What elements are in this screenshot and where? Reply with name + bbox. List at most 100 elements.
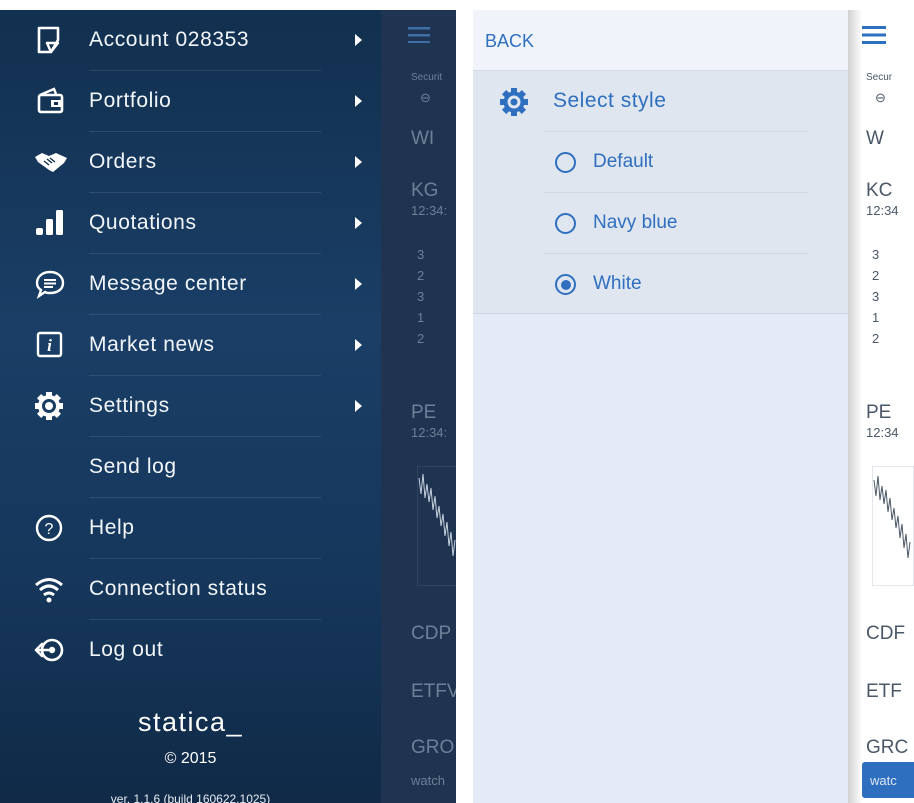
menu-item-label: Connection status — [89, 577, 268, 600]
radio-white-selected[interactable] — [555, 274, 576, 295]
bg-text: GRC — [866, 737, 909, 758]
menu-item-label: Help — [89, 516, 135, 539]
menu-item-label: Orders — [89, 150, 157, 173]
copyright-text: © 2015 — [164, 750, 217, 767]
sheet-header: BACK — [473, 10, 848, 71]
menu-item-log-out[interactable]: Log out — [0, 620, 381, 681]
wifi-icon — [34, 574, 66, 604]
menu-item-label: Log out — [89, 638, 164, 661]
bg-text: 1 — [417, 310, 425, 325]
chat-bubble-icon — [34, 269, 66, 299]
chevron-right-icon — [355, 400, 362, 412]
select-style-heading: Select style — [473, 71, 848, 132]
bg-text: 1 — [872, 310, 880, 325]
radio-default[interactable] — [555, 152, 576, 173]
info-icon: i — [34, 330, 66, 360]
chevron-right-icon — [355, 95, 362, 107]
bg-text: 3 — [417, 289, 425, 304]
menu-item-orders[interactable]: Orders — [0, 132, 381, 193]
menu-item-portfolio[interactable]: Portfolio — [0, 71, 381, 132]
menu-item-connection-status[interactable]: Connection status — [0, 559, 381, 620]
bg-text: 12:34: — [411, 203, 448, 218]
menu-item-label: Quotations — [89, 211, 197, 234]
bg-text: PE — [411, 402, 437, 423]
gear-icon — [499, 87, 529, 122]
chevron-right-icon — [355, 339, 362, 351]
bg-text: 3 — [872, 289, 880, 304]
radio-navy-blue[interactable] — [555, 213, 576, 234]
radio-dot — [560, 279, 571, 290]
chevron-right-icon — [355, 156, 362, 168]
bg-text: GRO — [411, 737, 455, 758]
watch-button[interactable]: watc — [862, 762, 914, 798]
menu-item-label: Message center — [89, 272, 247, 295]
bg-text: PE — [866, 402, 892, 423]
menu-item-settings[interactable]: Settings — [0, 376, 381, 437]
chevron-right-icon — [355, 278, 362, 290]
bg-text: CDP — [411, 623, 452, 644]
menu-item-message-center[interactable]: Message center — [0, 254, 381, 315]
bg-text: 2 — [417, 331, 425, 346]
option-label: Navy blue — [593, 212, 678, 233]
bg-text: Securit — [411, 72, 443, 83]
logout-icon — [34, 635, 66, 665]
chevron-right-icon — [355, 217, 362, 229]
bg-text: KG — [411, 180, 439, 201]
chevron-right-icon — [355, 34, 362, 46]
bar-chart-icon — [34, 208, 66, 238]
hamburger-icon — [862, 26, 886, 44]
menu-item-label: Portfolio — [89, 89, 172, 112]
svg-text:?: ? — [45, 521, 54, 538]
bg-text: 2 — [872, 331, 880, 346]
bg-text: KC — [866, 180, 893, 201]
back-button[interactable]: BACK — [485, 31, 534, 52]
account-icon — [34, 25, 66, 55]
version-text: ver. 1.1.6 (build 160622.1025) — [110, 792, 271, 803]
menu-item-quotations[interactable]: Quotations — [0, 193, 381, 254]
menu-item-label: Account 028353 — [89, 28, 250, 51]
bg-text: 12:34: — [411, 425, 448, 440]
brand-logo: statica_ — [137, 707, 244, 737]
menu-item-market-news[interactable]: i Market news — [0, 315, 381, 376]
bg-sparkline — [417, 466, 456, 586]
bg-text: WI — [411, 128, 435, 149]
bg-text: 2 — [417, 268, 425, 283]
bg-sparkline — [872, 466, 914, 586]
menu-item-help[interactable]: ? Help — [0, 498, 381, 559]
bg-text: 3 — [417, 247, 425, 262]
gear-icon — [34, 391, 66, 421]
style-option-default[interactable]: Default — [473, 132, 848, 193]
hamburger-icon — [408, 27, 430, 43]
svg-text:i: i — [47, 336, 52, 355]
menu-item-label: Market news — [89, 333, 215, 356]
style-options: Select style Default Navy blue White — [473, 71, 848, 314]
bg-text: 2 — [872, 268, 880, 283]
menu-item-send-log[interactable]: Send log — [0, 437, 381, 498]
bg-text: 3 — [872, 247, 880, 262]
style-option-navy-blue[interactable]: Navy blue — [473, 193, 848, 254]
bg-text: W — [866, 128, 884, 149]
style-option-white[interactable]: White — [473, 254, 848, 315]
help-icon: ? — [34, 513, 66, 543]
watch-label: watc — [870, 773, 897, 788]
navy-style-menu-panel: Account 028353 Portfolio Orders Quotatio… — [0, 10, 456, 803]
option-label: White — [593, 273, 642, 294]
white-style-screen: BACK Select style Default Navy blue Whit… — [457, 10, 914, 803]
select-style-title: Select style — [553, 89, 667, 112]
menu-item-label: Settings — [89, 394, 170, 417]
menu-item-account[interactable]: Account 028353 — [0, 10, 381, 71]
side-menu: Account 028353 Portfolio Orders Quotatio… — [0, 10, 381, 803]
collapse-icon: ⊖ — [420, 90, 431, 105]
bg-text: 12:34 — [866, 203, 899, 218]
bg-text: ETFV — [411, 681, 456, 702]
bg-text: CDF — [866, 623, 906, 644]
handshake-icon — [34, 147, 67, 177]
background-app-strip: Securit ⊖ WI KG 12:34: 3 2 3 1 2 PE 12:3… — [381, 10, 456, 803]
wallet-icon — [34, 86, 66, 116]
bg-text: ETF — [866, 681, 902, 702]
bg-text: Secur — [866, 72, 893, 83]
bg-text: 12:34 — [866, 425, 899, 440]
menu-item-label: Send log — [89, 455, 177, 478]
panel-shadow — [848, 10, 862, 803]
style-selection-sheet: BACK Select style Default Navy blue Whit… — [473, 10, 848, 803]
